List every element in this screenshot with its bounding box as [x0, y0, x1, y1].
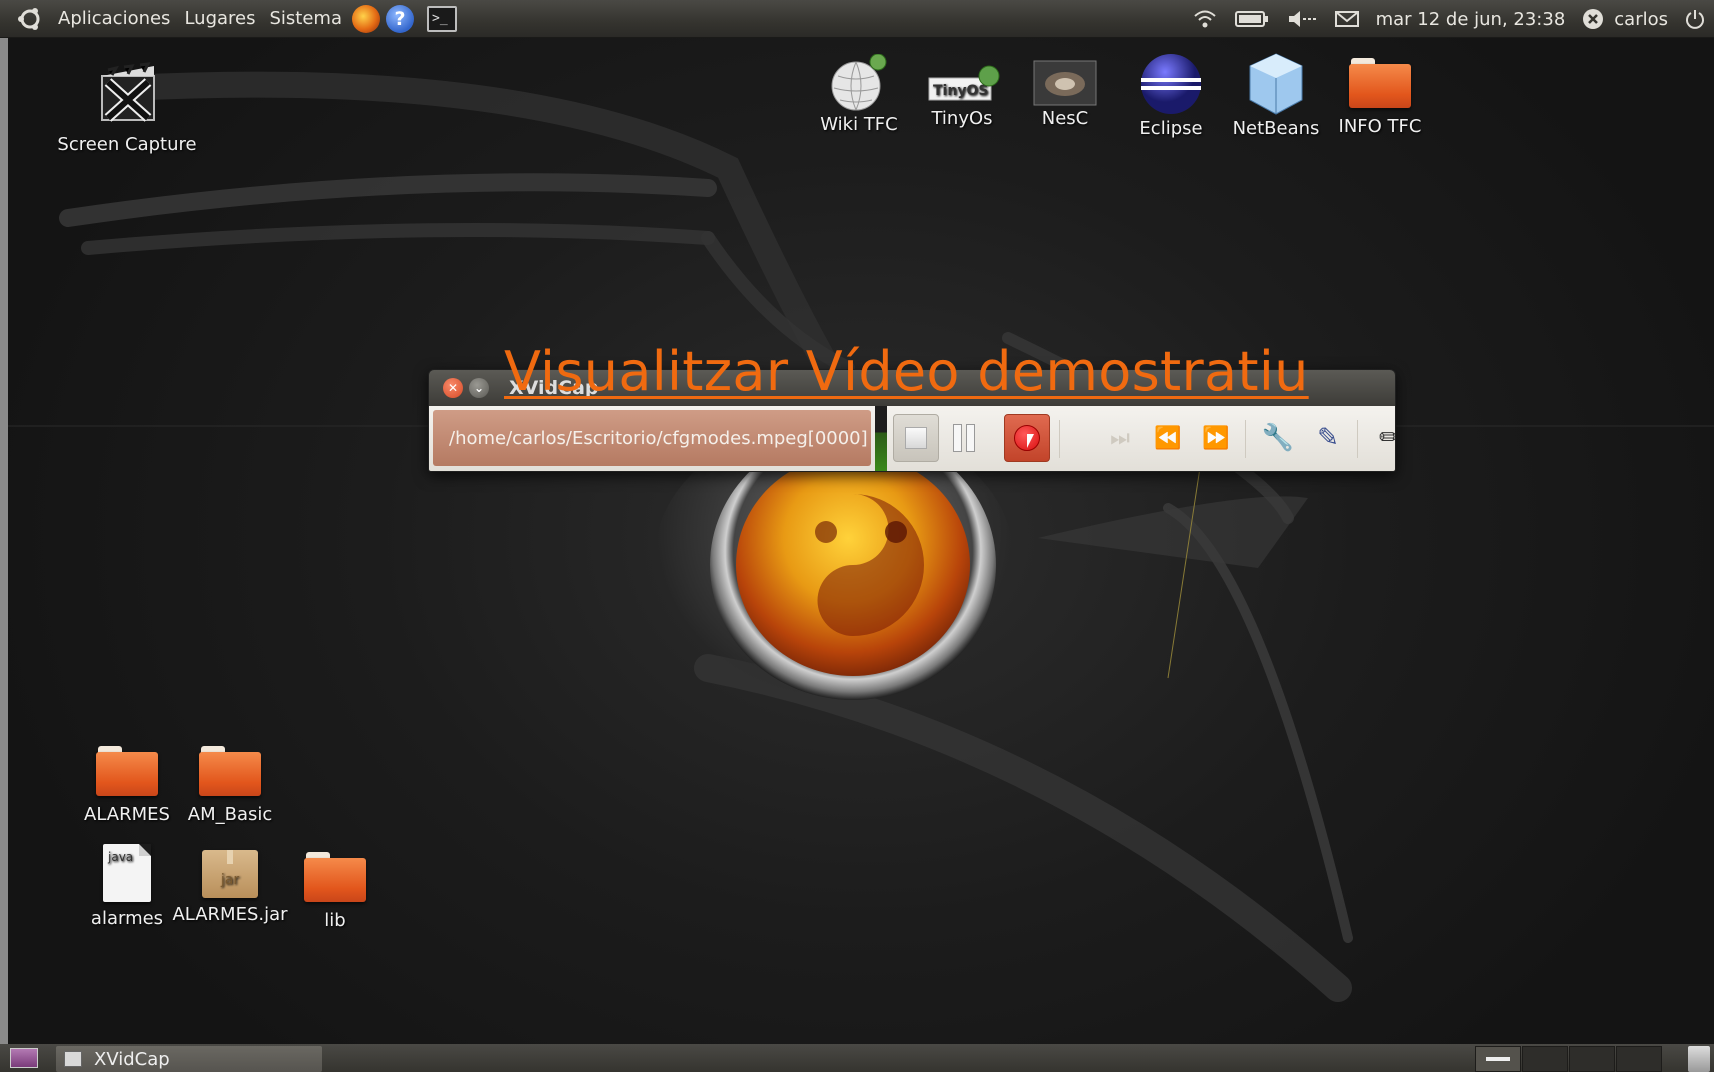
desktop-icon-label: ALARMES.jar: [172, 904, 288, 925]
output-file-field[interactable]: /home/carlos/Escritorio/cfgmodes.mpeg[00…: [433, 410, 871, 466]
desktop-icon-eclipse[interactable]: Eclipse: [1124, 52, 1218, 139]
folder-icon: [304, 852, 366, 902]
desktop-icon-label: ALARMES: [84, 804, 170, 825]
mouse-cursor-icon: [1025, 432, 1041, 452]
panel-username[interactable]: carlos: [1606, 9, 1676, 30]
yin-yang-orb: [736, 454, 970, 676]
desktop-icon-label: AM_Basic: [187, 804, 273, 825]
stop-button[interactable]: [893, 414, 939, 462]
workspace-2[interactable]: [1522, 1046, 1568, 1072]
desktop-icon-label: Eclipse: [1139, 118, 1203, 139]
power-icon[interactable]: [1685, 9, 1705, 29]
eclipse-icon: [1141, 54, 1201, 114]
menu-lugares[interactable]: Lugares: [177, 8, 262, 29]
top-panel: Aplicaciones Lugares Sistema ? >_ mar 12…: [0, 0, 1714, 38]
preferences-button[interactable]: 🔧: [1255, 414, 1301, 462]
desktop-icon-netbeans[interactable]: NetBeans: [1226, 52, 1326, 139]
tinyos-icon: TinyOS: [928, 65, 1000, 101]
user-status-icon[interactable]: [1582, 8, 1604, 30]
workspace-1[interactable]: [1475, 1046, 1521, 1072]
nesc-icon: [1033, 60, 1097, 106]
fast-forward-icon: ⏩: [1202, 425, 1230, 451]
desktop-icon-wiki-tfc[interactable]: Wiki TFC: [812, 54, 906, 135]
pause-button[interactable]: [941, 414, 987, 462]
menu-aplicaciones[interactable]: Aplicaciones: [51, 8, 177, 29]
desktop-icon-screen-capture[interactable]: Screen Capture: [52, 62, 202, 155]
bottom-panel: XVidCap: [0, 1044, 1714, 1072]
screen-capture-icon: [101, 62, 155, 122]
help-launcher-icon[interactable]: ?: [386, 4, 415, 33]
desktop-icon-alarmes-java[interactable]: java alarmes: [80, 844, 174, 929]
desktop-icon-info-tfc[interactable]: INFO TFC: [1330, 58, 1430, 137]
next-button[interactable]: ⏩: [1193, 414, 1239, 462]
xvidcap-toolbar: /home/carlos/Escritorio/cfgmodes.mpeg[00…: [429, 406, 1395, 471]
video-caption-link[interactable]: Visualitzar Vídeo demostratiu: [504, 340, 1309, 403]
rewind-icon: ⏪: [1154, 425, 1182, 451]
netbeans-icon: [1249, 53, 1303, 115]
desktop-icon-nesc[interactable]: NesC: [1022, 60, 1108, 129]
desktop-icon-lib[interactable]: lib: [290, 852, 380, 931]
trash-icon[interactable]: [1688, 1046, 1710, 1072]
folder-icon: [1349, 58, 1411, 108]
desktop-icon-am-basic[interactable]: AM_Basic: [182, 746, 278, 825]
system-tray: mar 12 de jun, 23:38 carlos: [1184, 0, 1714, 38]
workspace-switcher: [1475, 1046, 1662, 1072]
wrench-icon: 🔧: [1261, 423, 1295, 453]
workspace-3[interactable]: [1569, 1046, 1615, 1072]
desktop-icon-label: INFO TFC: [1338, 116, 1422, 137]
step-button[interactable]: ⏭: [1097, 414, 1143, 462]
desktop-icon-label: Screen Capture: [57, 134, 197, 155]
panel-clock[interactable]: mar 12 de jun, 23:38: [1368, 9, 1574, 30]
window-icon: [64, 1051, 82, 1067]
window-close-button[interactable]: ✕: [443, 378, 463, 398]
desktop-icon-alarmes-jar[interactable]: jar ALARMES.jar: [170, 844, 290, 925]
main-menu: Aplicaciones Lugares Sistema ? >_: [0, 4, 458, 33]
skip-end-icon: ⏭: [1110, 425, 1130, 451]
firefox-launcher-icon[interactable]: [352, 4, 381, 33]
taskbar-item-xvidcap[interactable]: XVidCap: [56, 1046, 322, 1072]
menu-sistema[interactable]: Sistema: [263, 8, 350, 29]
mail-icon[interactable]: [1334, 10, 1359, 28]
wifi-icon[interactable]: [1193, 9, 1217, 29]
svg-text:TinyOS: TinyOS: [933, 83, 988, 99]
pencil-icon: ✏: [1379, 423, 1395, 453]
frame-level-meter: [875, 406, 887, 471]
folder-icon: [199, 746, 261, 796]
edit-button[interactable]: ✏: [1367, 414, 1395, 462]
pause-icon: [953, 424, 975, 452]
workspace-4[interactable]: [1616, 1046, 1662, 1072]
volume-icon[interactable]: [1287, 10, 1317, 28]
eyedropper-icon: ✎: [1317, 423, 1339, 453]
toolbar-separator: [1245, 420, 1246, 458]
desktop-icon-label: lib: [324, 910, 346, 931]
previous-button[interactable]: ⏪: [1145, 414, 1191, 462]
stop-icon: [905, 427, 927, 449]
desktop-icon-tinyos[interactable]: TinyOS TinyOs: [912, 64, 1012, 129]
toolbar-separator: [1059, 420, 1060, 458]
desktop-icon-label: TinyOs: [931, 108, 993, 129]
java-file-icon: java: [103, 844, 151, 902]
show-desktop-button[interactable]: [10, 1048, 38, 1068]
window-menu-button[interactable]: ⌄: [469, 378, 489, 398]
folder-icon: [96, 746, 158, 796]
desktop-icon-label: alarmes: [90, 908, 164, 929]
toolbar-separator: [1357, 420, 1358, 458]
taskbar-item-label: XVidCap: [94, 1048, 170, 1070]
desktop-icon-alarmes-folder[interactable]: ALARMES: [80, 746, 174, 825]
desktop-icon-label: Wiki TFC: [820, 114, 898, 135]
battery-icon[interactable]: [1234, 10, 1269, 28]
desktop-icon-label: NesC: [1041, 108, 1089, 129]
left-edge: [0, 38, 8, 1044]
wikipedia-icon: [831, 54, 887, 111]
ubuntu-logo-icon[interactable]: [17, 6, 43, 32]
terminal-launcher-icon[interactable]: >_: [427, 5, 458, 32]
jar-file-icon: jar: [202, 850, 258, 898]
desktop-icon-label: NetBeans: [1232, 118, 1320, 139]
select-area-button[interactable]: ✎: [1305, 414, 1351, 462]
